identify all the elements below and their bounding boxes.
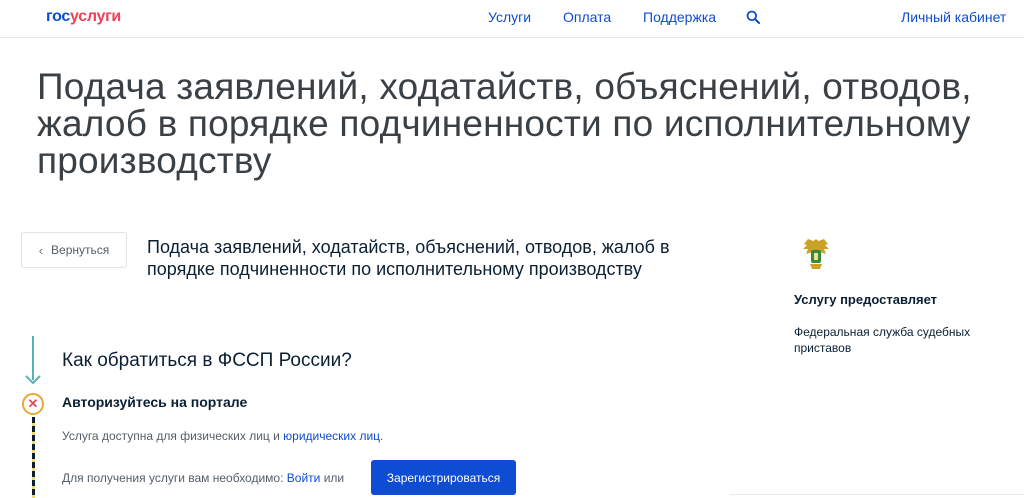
gosuslugi-logo[interactable]: госуслуги [46, 8, 121, 26]
step-dashed-line [32, 417, 35, 498]
auth-step-heading: Авторизуйтесь на портале [62, 394, 248, 410]
requirement-prefix: Для получения услуги вам необходимо: [62, 471, 287, 485]
back-button-label: Вернуться [51, 243, 110, 257]
logo-part-uslugi: услуги [70, 8, 121, 25]
provider-name: Федеральная служба судебных приставов [794, 325, 971, 355]
or-text: или [320, 471, 345, 485]
provider-label: Услугу предоставляет [794, 292, 938, 307]
chevron-left-icon: ‹ [38, 242, 44, 258]
nav-support[interactable]: Поддержка [643, 9, 716, 25]
nav-services[interactable]: Услуги [488, 9, 531, 25]
requirement-text: Для получения услуги вам необходимо: Вой… [62, 471, 344, 485]
close-circle-icon: ✕ [22, 393, 44, 415]
personal-cabinet-link[interactable]: Личный кабинет [901, 9, 1006, 25]
register-button[interactable]: Зарегистрироваться [371, 460, 516, 495]
page-title: Подача заявлений, ходатайств, объяснений… [37, 66, 972, 181]
legal-entities-link[interactable]: юридических лиц [283, 429, 380, 443]
divider [730, 494, 1024, 495]
search-icon[interactable] [746, 10, 760, 24]
availability-prefix: Услуга доступна для физических лиц и [62, 429, 284, 443]
fssp-emblem-icon [803, 239, 829, 269]
logo-part-gos: гос [46, 8, 71, 25]
arrow-down-icon [25, 375, 41, 385]
nav-payment[interactable]: Оплата [563, 9, 611, 25]
back-button[interactable]: ‹ Вернуться [21, 232, 127, 268]
how-to-apply-heading: Как обратиться в ФССП России? [62, 350, 352, 371]
login-link[interactable]: Войти [287, 471, 321, 485]
availability-text: Услуга доступна для физических лиц и юри… [62, 429, 383, 443]
availability-end: . [380, 429, 384, 443]
step-track-line [32, 336, 34, 380]
site-header: госуслуги Услуги Оплата Поддержка Личный… [0, 0, 1024, 38]
service-title: Подача заявлений, ходатайств, объяснений… [147, 237, 670, 279]
